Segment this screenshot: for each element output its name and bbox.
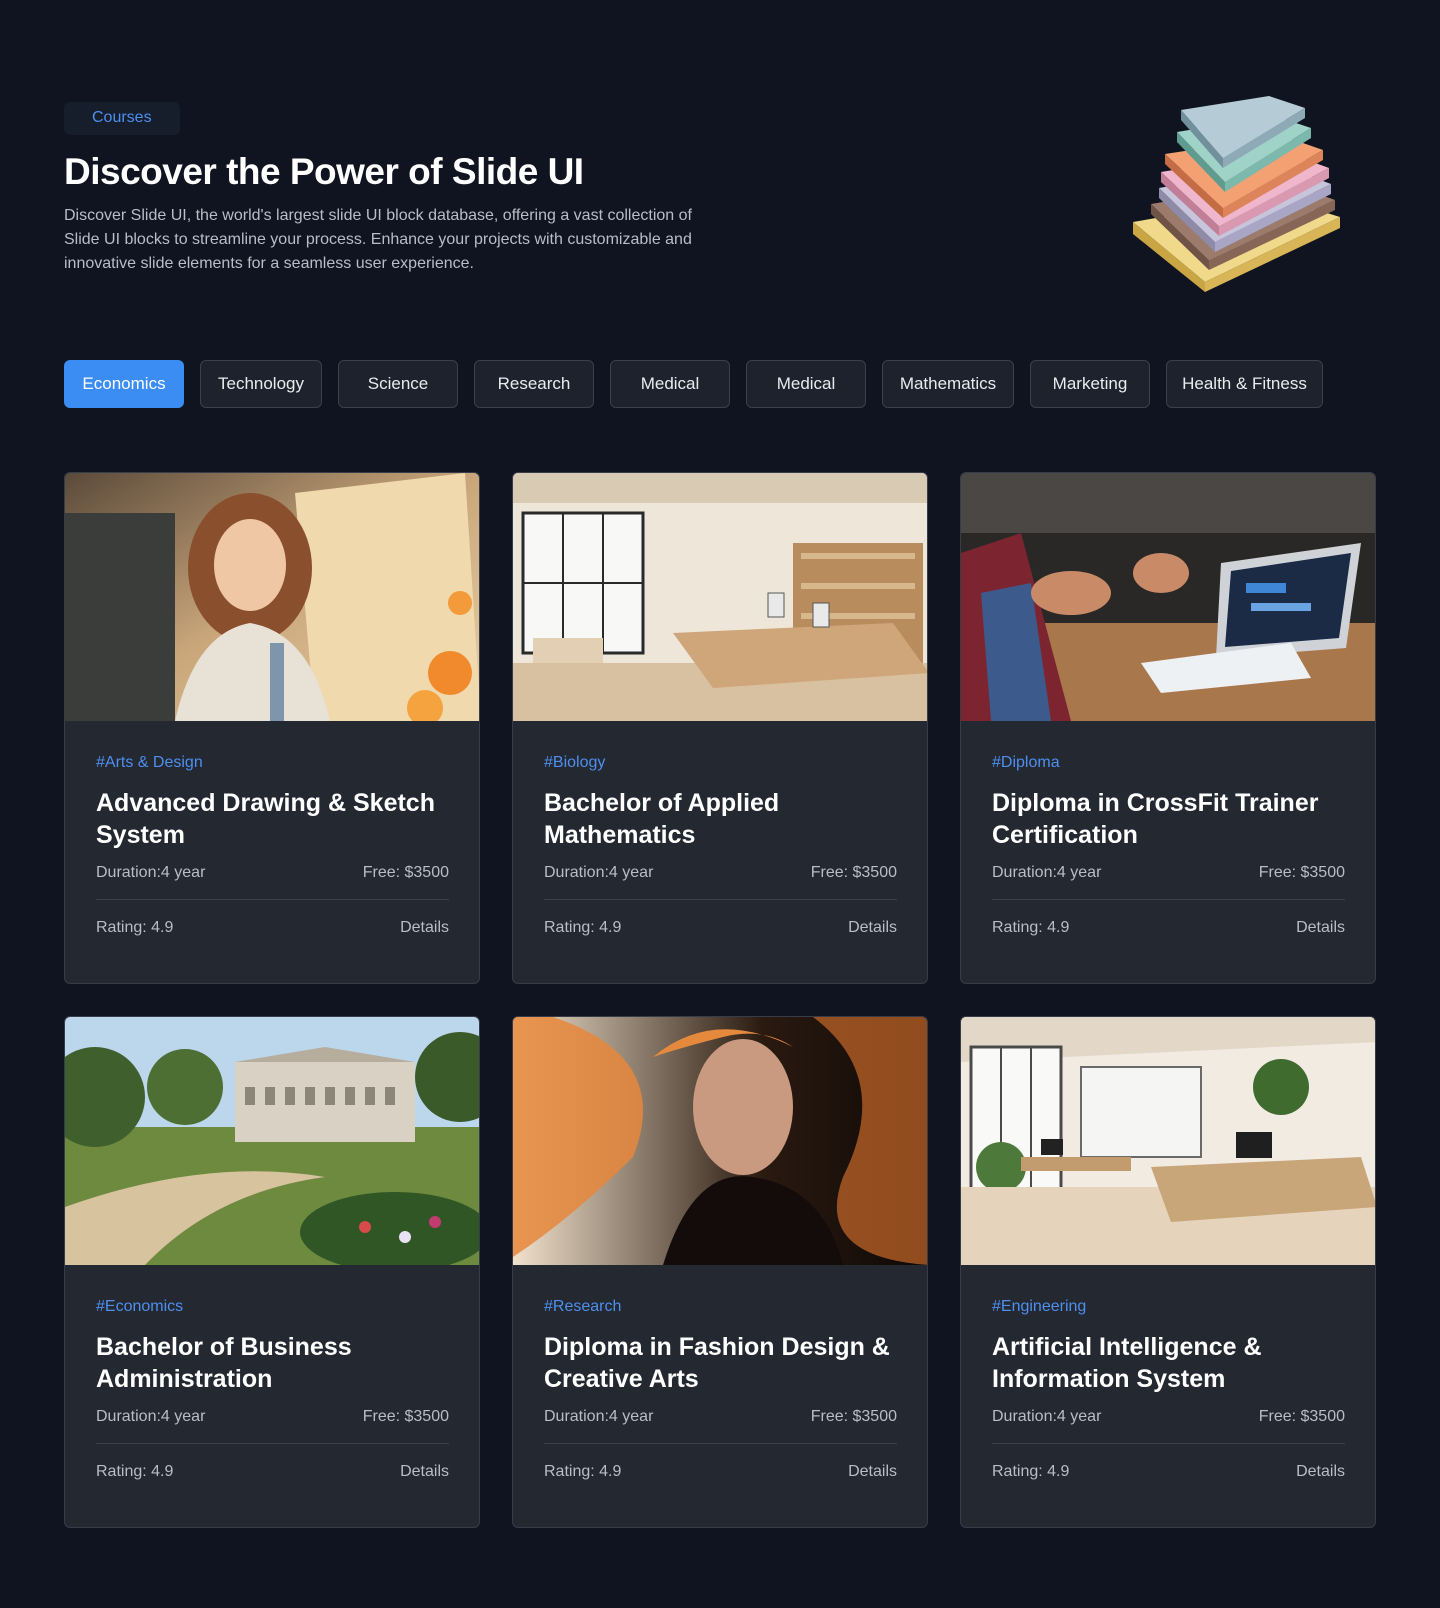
hero-section: Courses Discover the Power of Slide UI D… [64, 102, 964, 276]
course-fee: Free: $3500 [362, 864, 449, 881]
category-filters: Economics Technology Science Research Me… [64, 360, 1323, 408]
course-tag: #Engineering [992, 1298, 1087, 1315]
course-fee: Free: $3500 [362, 1408, 449, 1425]
filter-medical-2[interactable]: Medical [746, 360, 866, 408]
course-rating: Rating: 4.9 [96, 919, 174, 936]
course-rating: Rating: 4.9 [992, 1463, 1070, 1480]
courses-badge: Courses [64, 102, 180, 135]
course-title: Advanced Drawing & Sketch System [96, 789, 435, 849]
course-rating: Rating: 4.9 [544, 1463, 622, 1480]
card-divider [544, 1443, 897, 1444]
card-divider [992, 1443, 1345, 1444]
course-duration: Duration:4 year [544, 1408, 654, 1425]
course-duration: Duration:4 year [544, 864, 654, 881]
page-title: Discover the Power of Slide UI [64, 151, 584, 192]
course-duration: Duration:4 year [992, 864, 1102, 881]
filter-marketing[interactable]: Marketing [1030, 360, 1150, 408]
open-office-image [961, 1017, 1375, 1265]
course-rating: Rating: 4.9 [992, 919, 1070, 936]
course-tag: #Biology [544, 754, 606, 771]
filter-health-fitness[interactable]: Health & Fitness [1166, 360, 1323, 408]
course-duration: Duration:4 year [96, 1408, 206, 1425]
filter-medical[interactable]: Medical [610, 360, 730, 408]
course-tag: #Diploma [992, 754, 1060, 771]
details-link[interactable]: Details [848, 1463, 897, 1481]
course-title: Diploma in Fashion Design & Creative Art… [544, 1333, 890, 1393]
card-divider [96, 1443, 449, 1444]
filter-research[interactable]: Research [474, 360, 594, 408]
course-title: Bachelor of Applied Mathematics [544, 789, 780, 849]
details-link[interactable]: Details [1296, 919, 1345, 937]
course-tag: #Research [544, 1298, 622, 1315]
course-card[interactable]: #Biology Bachelor of Applied Mathematics… [512, 472, 928, 984]
filter-technology[interactable]: Technology [200, 360, 322, 408]
filter-mathematics[interactable]: Mathematics [882, 360, 1014, 408]
course-duration: Duration:4 year [992, 1408, 1102, 1425]
garden-mansion-image [65, 1017, 479, 1265]
course-card[interactable]: #Arts & Design Advanced Drawing & Sketch… [64, 472, 480, 984]
course-tag: #Arts & Design [96, 754, 203, 771]
course-rating: Rating: 4.9 [544, 919, 622, 936]
laptop-meeting-image [961, 473, 1375, 721]
details-link[interactable]: Details [400, 1463, 449, 1481]
course-card[interactable]: #Economics Bachelor of Business Administ… [64, 1016, 480, 1528]
fashion-portrait-image [513, 1017, 927, 1265]
details-link[interactable]: Details [848, 919, 897, 937]
course-fee: Free: $3500 [1258, 864, 1345, 881]
course-title: Bachelor of Business Administration [96, 1333, 352, 1393]
course-fee: Free: $3500 [810, 864, 897, 881]
course-card[interactable]: #Research Diploma in Fashion Design & Cr… [512, 1016, 928, 1528]
bright-office-image [513, 473, 927, 721]
filter-science[interactable]: Science [338, 360, 458, 408]
woman-painting-image [65, 473, 479, 721]
course-fee: Free: $3500 [810, 1408, 897, 1425]
page-description: Discover Slide UI, the world's largest s… [64, 207, 692, 272]
course-fee: Free: $3500 [1258, 1408, 1345, 1425]
card-divider [544, 899, 897, 900]
details-link[interactable]: Details [1296, 1463, 1345, 1481]
course-duration: Duration:4 year [96, 864, 206, 881]
card-divider [992, 899, 1345, 900]
books-stack-illustration [1125, 92, 1350, 292]
course-title: Artificial Intelligence & Information Sy… [992, 1333, 1262, 1393]
card-divider [96, 899, 449, 900]
course-title: Diploma in CrossFit Trainer Certificatio… [992, 789, 1319, 849]
filter-economics[interactable]: Economics [64, 360, 184, 408]
course-rating: Rating: 4.9 [96, 1463, 174, 1480]
details-link[interactable]: Details [400, 919, 449, 937]
course-card[interactable]: #Engineering Artificial Intelligence & I… [960, 1016, 1376, 1528]
course-tag: #Economics [96, 1298, 184, 1315]
course-card[interactable]: #Diploma Diploma in CrossFit Trainer Cer… [960, 472, 1376, 984]
